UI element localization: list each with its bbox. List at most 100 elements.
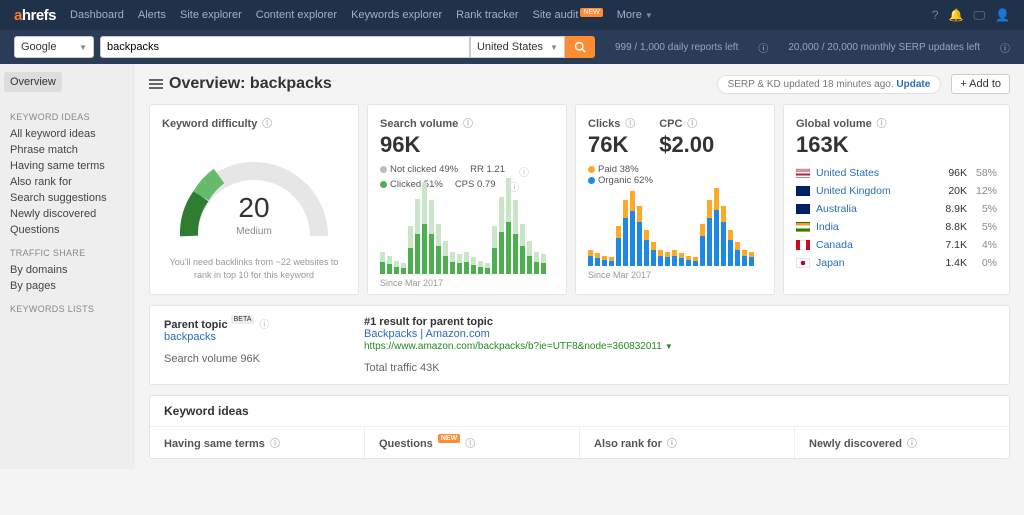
bar: [749, 252, 754, 266]
gv-value: 163K: [796, 132, 997, 158]
engine-select[interactable]: Google ▼: [14, 36, 94, 58]
bar: [513, 200, 518, 274]
bar: [602, 256, 607, 266]
bar: [527, 241, 532, 274]
sidebar: Overview KEYWORD IDEASAll keyword ideasP…: [0, 64, 135, 469]
keyword-input[interactable]: [100, 36, 470, 58]
gv-countries: United States96K58%United Kingdom20K12%A…: [796, 164, 997, 272]
nav-item[interactable]: Alerts: [138, 9, 166, 21]
gv-pct: 5%: [967, 221, 997, 233]
bell-icon[interactable]: 🔔: [949, 8, 964, 23]
search-bar: Google ▼ United States ▼ 999 / 1,000 dai…: [0, 30, 1024, 64]
bar: [499, 197, 504, 274]
ki-col[interactable]: Questions NEW ⓘ: [365, 427, 580, 458]
kd-gauge: 20 Medium: [169, 136, 339, 256]
sidebar-item[interactable]: Also rank for: [10, 174, 135, 190]
ki-columns: Having same terms ⓘQuestions NEW ⓘAlso r…: [150, 427, 1009, 458]
gv-pct: 0%: [967, 257, 997, 269]
flag-icon: [796, 240, 810, 250]
update-link[interactable]: Update: [896, 79, 930, 90]
sidebar-item[interactable]: Newly discovered: [10, 206, 135, 222]
info-icon: ⓘ: [758, 40, 768, 55]
country-select[interactable]: United States ▼: [470, 36, 565, 58]
bar: [394, 261, 399, 274]
bar: [700, 224, 705, 266]
gv-country: Canada: [816, 239, 935, 251]
pt-sv: Search volume 96K: [164, 353, 324, 365]
sv-legend: Not clicked 49%RR 1.21ⓘ Clicked 51%CPS 0…: [380, 164, 554, 194]
engine-value: Google: [21, 41, 56, 53]
pt-result-url[interactable]: https://www.amazon.com/backpacks/b?ie=UT…: [364, 341, 662, 352]
gv-val: 8.9K: [935, 203, 967, 215]
sidebar-item[interactable]: By domains: [10, 262, 135, 278]
gv-row[interactable]: United Kingdom20K12%: [796, 182, 997, 200]
kd-label: Keyword difficulty: [162, 118, 257, 130]
main: Overview: backpacks SERP & KD updated 18…: [135, 64, 1024, 469]
ki-col[interactable]: Newly discovered ⓘ: [795, 427, 1009, 458]
clicks-value: 76K: [588, 132, 635, 158]
nav-item[interactable]: Rank tracker: [456, 9, 518, 21]
sidebar-active[interactable]: Overview: [4, 72, 62, 92]
title-bar: Overview: backpacks SERP & KD updated 18…: [149, 74, 1010, 94]
nav-item[interactable]: Keywords explorer: [351, 9, 442, 21]
logo[interactable]: ahrefs: [14, 7, 56, 24]
nav-more[interactable]: More ▼: [617, 9, 653, 21]
kd-card: Keyword difficulty ⓘ 20 Medium You'll ne…: [149, 104, 359, 295]
bar: [471, 257, 476, 274]
gv-row[interactable]: United States96K58%: [796, 164, 997, 182]
gv-card: Global volume ⓘ 163K United States96K58%…: [783, 104, 1010, 295]
bar: [644, 230, 649, 266]
sidebar-item[interactable]: Questions: [10, 222, 135, 238]
bar: [693, 257, 698, 266]
sidebar-group-head: KEYWORDS LISTS: [10, 304, 135, 314]
hamburger-icon[interactable]: [149, 77, 163, 91]
info-icon: ⓘ: [874, 119, 887, 130]
sidebar-item[interactable]: Having same terms: [10, 158, 135, 174]
clicks-card: Clicks ⓘ 76K CPC ⓘ $2.00 Paid 38% Organi…: [575, 104, 775, 295]
nav-item[interactable]: Dashboard: [70, 9, 124, 21]
bar: [637, 206, 642, 266]
bar: [588, 250, 593, 266]
user-icon[interactable]: 👤: [995, 8, 1010, 23]
nav-item[interactable]: Content explorer: [256, 9, 337, 21]
bar: [464, 252, 469, 274]
sidebar-item[interactable]: Search suggestions: [10, 190, 135, 206]
pt-topic-link[interactable]: backpacks: [164, 331, 216, 343]
ki-col[interactable]: Also rank for ⓘ: [580, 427, 795, 458]
gv-pct: 4%: [967, 239, 997, 251]
page-title: Overview: backpacks: [169, 75, 332, 93]
sv-value: 96K: [380, 132, 554, 158]
gv-country: United States: [816, 167, 935, 179]
kd-note: You'll need backlinks from ~22 websites …: [162, 256, 346, 281]
gv-row[interactable]: Japan1.4K0%: [796, 254, 997, 272]
gv-pct: 58%: [967, 167, 997, 179]
bar: [630, 191, 635, 266]
gv-val: 7.1K: [935, 239, 967, 251]
sidebar-item[interactable]: Phrase match: [10, 142, 135, 158]
add-to-button[interactable]: + Add to: [951, 74, 1010, 94]
nav-item[interactable]: Site auditNEW: [533, 9, 603, 21]
info-icon: ⓘ: [460, 119, 473, 130]
help-icon[interactable]: ?: [932, 8, 939, 23]
pt-result-title[interactable]: Backpacks | Amazon.com: [364, 328, 490, 340]
bar: [742, 250, 747, 266]
kd-level: Medium: [169, 226, 339, 237]
keyword-ideas-card: Keyword ideas Having same terms ⓘQuestio…: [149, 395, 1010, 459]
bar: [686, 256, 691, 266]
ki-col[interactable]: Having same terms ⓘ: [150, 427, 365, 458]
search-button[interactable]: [565, 36, 595, 58]
bar: [380, 252, 385, 274]
bar: [387, 256, 392, 274]
sidebar-item[interactable]: All keyword ideas: [10, 126, 135, 142]
nav-item[interactable]: Site explorer: [180, 9, 242, 21]
bar: [436, 224, 441, 274]
gv-val: 96K: [935, 167, 967, 179]
gv-row[interactable]: Australia8.9K5%: [796, 200, 997, 218]
sidebar-item[interactable]: By pages: [10, 278, 135, 294]
caret-down-icon[interactable]: ▼: [665, 342, 673, 351]
gv-row[interactable]: India8.8K5%: [796, 218, 997, 236]
bar: [450, 252, 455, 274]
gv-row[interactable]: Canada7.1K4%: [796, 236, 997, 254]
sv-chart: [380, 204, 554, 274]
monitor-icon[interactable]: 🖵: [973, 8, 985, 23]
